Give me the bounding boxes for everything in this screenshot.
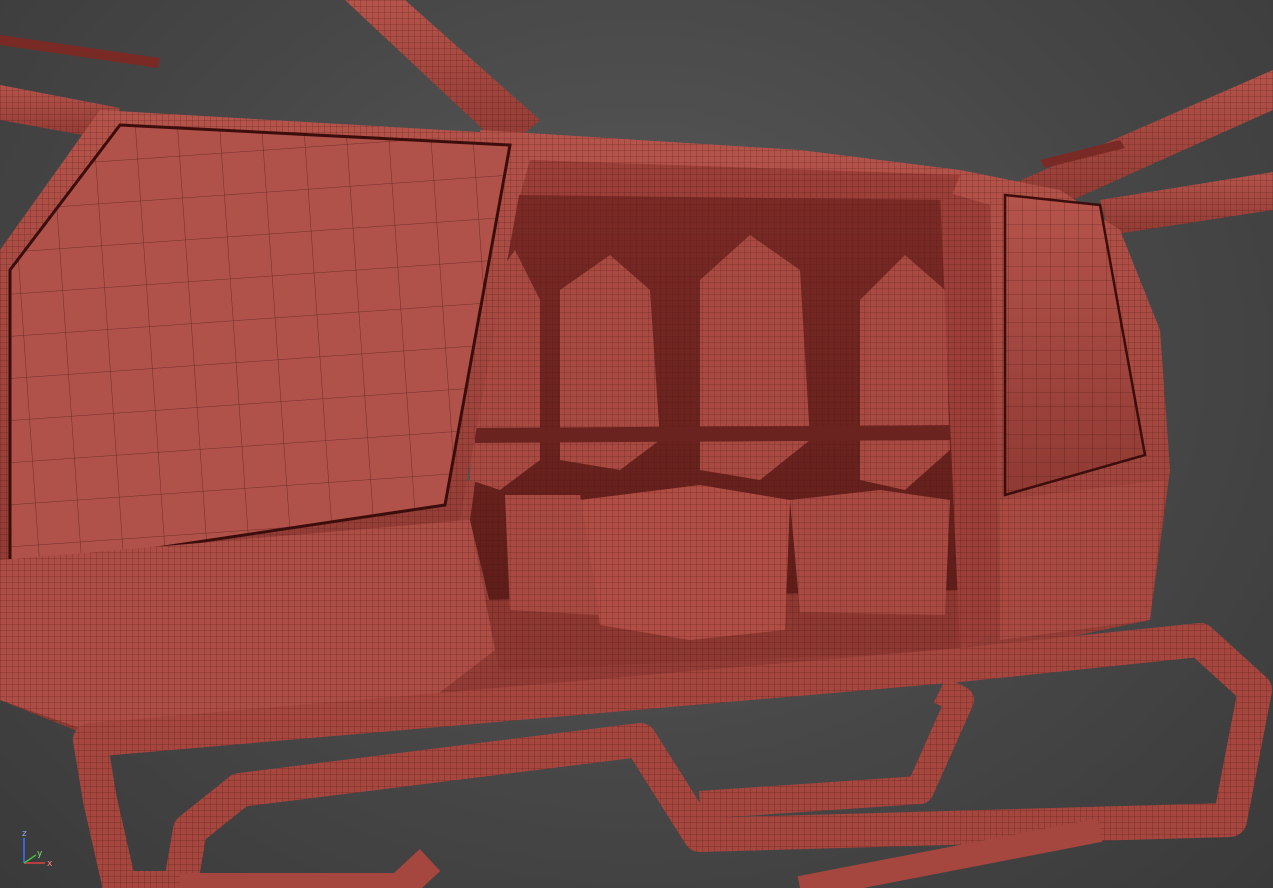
- seat-3: [860, 255, 950, 490]
- axis-y-line: [23, 854, 37, 864]
- axis-z-label: z: [22, 829, 27, 839]
- 3d-viewport[interactable]: z x y: [0, 0, 1273, 888]
- axis-x-label: x: [47, 859, 53, 869]
- axis-gizmo: z x y: [22, 829, 53, 869]
- wireframe-render: z x y: [0, 0, 1273, 888]
- axis-y-label: y: [37, 849, 43, 859]
- left-door-open: [0, 110, 530, 590]
- seat-2: [700, 235, 810, 480]
